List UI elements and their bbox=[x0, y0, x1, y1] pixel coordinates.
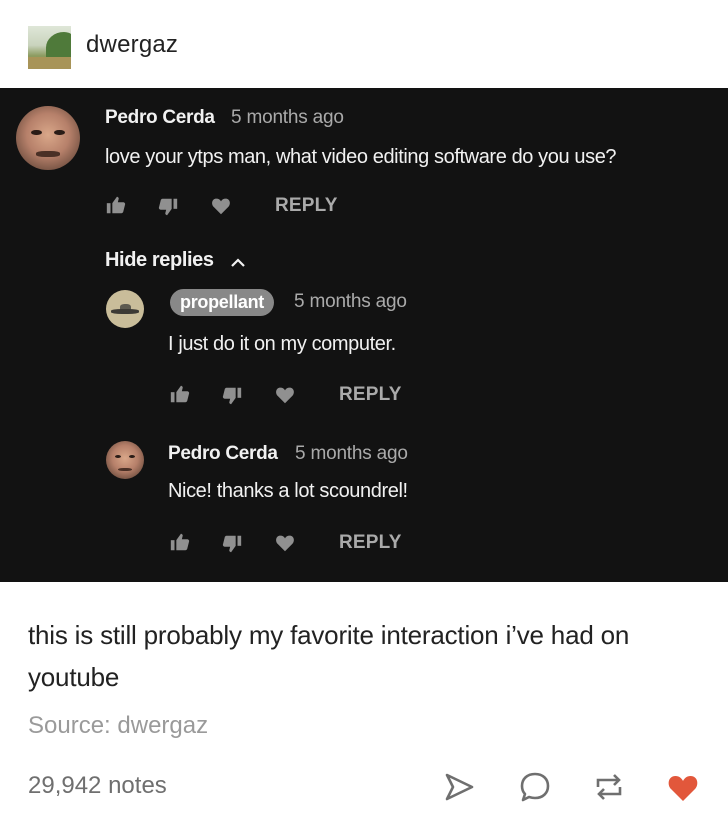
reply-author: Pedro Cerda bbox=[168, 443, 278, 464]
source-link[interactable]: dwergaz bbox=[117, 712, 208, 739]
reply-button: REPLY bbox=[275, 195, 338, 216]
commenter-avatar bbox=[16, 106, 80, 170]
thumbs-up-icon bbox=[170, 385, 190, 403]
thumbs-down-icon bbox=[222, 535, 242, 553]
reply-text: Nice! thanks a lot scoundrel! bbox=[168, 480, 408, 502]
share-icon[interactable] bbox=[442, 770, 476, 804]
reply-author-avatar bbox=[106, 290, 144, 328]
post-caption: this is still probably my favorite inter… bbox=[28, 620, 630, 692]
post-header: dwergaz bbox=[0, 0, 728, 88]
reply-button: REPLY bbox=[339, 532, 402, 553]
notes-count[interactable]: 29,942 notes bbox=[28, 772, 167, 800]
comment-text: love your ytps man, what video editing s… bbox=[105, 146, 617, 168]
reply-button: REPLY bbox=[339, 384, 402, 405]
thumbs-down-icon bbox=[158, 198, 178, 216]
post-source: Source: dwergaz bbox=[28, 712, 208, 740]
thumbs-down-icon bbox=[222, 387, 242, 405]
chat-bubble-icon[interactable] bbox=[518, 770, 552, 804]
comment-author: Pedro Cerda bbox=[105, 107, 215, 128]
heart-filled-icon[interactable] bbox=[666, 770, 700, 804]
thumbs-up-icon bbox=[170, 533, 190, 551]
blog-name[interactable]: dwergaz bbox=[86, 31, 178, 59]
hide-replies-toggle: Hide replies bbox=[105, 249, 214, 271]
thumbs-up-icon bbox=[106, 196, 126, 214]
channel-owner-badge: propellant bbox=[170, 289, 275, 316]
source-label: Source: bbox=[28, 712, 111, 739]
reblog-icon[interactable] bbox=[592, 770, 626, 804]
reply-time: 5 months ago bbox=[294, 291, 407, 312]
reply-text: I just do it on my computer. bbox=[168, 333, 396, 355]
chevron-up-icon bbox=[231, 258, 245, 267]
reply-author-avatar bbox=[106, 441, 144, 479]
heart-icon bbox=[276, 387, 294, 404]
youtube-comments-screenshot: Pedro Cerda 5 months ago love your ytps … bbox=[0, 88, 728, 582]
reply-time: 5 months ago bbox=[295, 443, 408, 464]
heart-icon bbox=[276, 535, 294, 552]
heart-icon bbox=[212, 198, 230, 215]
comment-time: 5 months ago bbox=[231, 107, 344, 128]
blog-avatar[interactable] bbox=[28, 26, 71, 69]
